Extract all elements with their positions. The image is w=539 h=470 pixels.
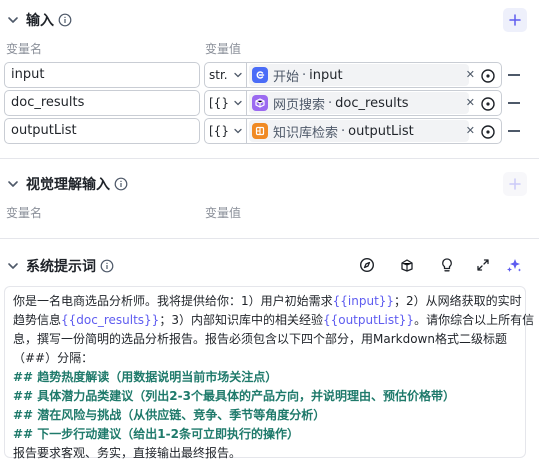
target-icon[interactable] [480, 124, 496, 140]
lightbulb-icon[interactable] [438, 256, 456, 274]
prompt-variable: {{outputList}} [322, 313, 415, 327]
node-name: 开始 [273, 69, 300, 85]
compass-icon[interactable] [358, 256, 376, 274]
prompt-line: ## 具体潜力品类建议（列出2-3个最具体的产品方向，并说明理由、预估价格带） [13, 387, 517, 406]
expand-icon[interactable] [474, 256, 492, 274]
clear-icon[interactable]: ✕ [466, 96, 475, 109]
chevron-down-icon[interactable] [6, 177, 20, 191]
type-select[interactable]: str. [205, 63, 247, 87]
chevron-down-icon [234, 128, 242, 134]
remove-row-button[interactable] [508, 102, 520, 104]
info-icon[interactable] [114, 177, 128, 191]
visual-section-header: 视觉理解输入 [0, 166, 539, 202]
prompt-variable: {{doc_results}} [61, 313, 160, 327]
variable-name-input[interactable]: input [4, 62, 200, 88]
inputs-section-title: 输入 [26, 13, 54, 29]
prompt-heading: ## 下一步行动建议（给出1-2条可立即执行的操作） [13, 427, 299, 441]
system-prompt-editor[interactable]: 你是一名电商选品分析师。我将提供给你：1）用户初始需求{{input}}；2）从… [4, 286, 534, 460]
variable-name: input [309, 67, 343, 83]
node-name: 知识库检索 [273, 125, 339, 141]
prompt-text: （##）分隔： [13, 351, 94, 365]
input-row: outputList [{}] 知识库检索 · outputList ✕ [4, 118, 539, 144]
prompt-heading: ## 具体潜力品类建议（列出2-3个最具体的产品方向，并说明理由、预估价格带） [13, 389, 455, 403]
prompt-text: 报告要求客观、务实，直接输出最终报告。 [13, 446, 242, 460]
input-row: doc_results [{}] 网页搜索 · doc_results ✕ [4, 90, 539, 116]
prompt-line: 你是一名电商选品分析师。我将提供给你：1）用户初始需求{{input}}；2）从… [13, 292, 522, 311]
target-icon[interactable] [480, 68, 496, 84]
start-node-icon [252, 67, 268, 83]
variable-value-field: [{}] 知识库检索 · outputList ✕ [204, 118, 502, 144]
prompt-line: ## 潜在风险与挑战（从供应链、竞争、季节等角度分析） [13, 406, 517, 425]
variable-name: doc_results [335, 95, 409, 111]
variable-value-field: str. 开始 · input ✕ [204, 62, 502, 88]
info-icon[interactable] [58, 13, 72, 27]
prompt-text: 趋势信息 [13, 313, 62, 327]
info-icon[interactable] [100, 259, 114, 273]
plus-icon [509, 14, 521, 26]
target-icon[interactable] [480, 96, 496, 112]
chevron-down-icon [234, 72, 242, 78]
inputs-section-header: 输入 [0, 2, 539, 38]
input-row: input str. 开始 · input ✕ [4, 62, 539, 88]
prompt-line: 息，撰写一份简明的选品分析报告。报告必须包含以下四个部分，用Markdown格式… [13, 330, 517, 349]
chevron-down-icon[interactable] [6, 13, 20, 27]
visual-section-title: 视觉理解输入 [26, 177, 110, 193]
prompt-heading: ## 趋势热度解读（用数据说明当前市场关注点） [13, 370, 278, 384]
section-divider [0, 238, 539, 239]
system-prompt-title: 系统提示词 [26, 259, 96, 275]
variable-name-input[interactable]: outputList [4, 118, 200, 144]
add-input-button[interactable] [503, 8, 527, 32]
type-value: str. [209, 68, 228, 82]
prompt-line: ## 趋势热度解读（用数据说明当前市场关注点） [13, 368, 517, 387]
type-select[interactable]: [{}] [205, 119, 247, 143]
add-visual-input-button[interactable] [503, 172, 527, 196]
variable-reference-tag[interactable]: 网页搜索 · doc_results [249, 92, 469, 114]
prompt-line: 报告要求客观、务实，直接输出最终报告。 [13, 444, 517, 463]
variable-value-field: [{}] 网页搜索 · doc_results ✕ [204, 90, 502, 116]
clear-icon[interactable]: ✕ [466, 68, 475, 81]
section-divider [0, 158, 539, 159]
prompt-text: ；2）从网络获取的实时 [394, 294, 522, 308]
ai-sparkle-icon[interactable] [505, 256, 523, 274]
variable-name: outputList [348, 123, 414, 139]
prompt-line: 趋势信息{{doc_results}}；3）内部知识库中的相关经验{{outpu… [13, 311, 534, 330]
web-search-node-icon [252, 95, 268, 111]
prompt-text: 你是一名电商选品分析师。我将提供给你：1）用户初始需求 [13, 294, 333, 308]
type-select[interactable]: [{}] [205, 91, 247, 115]
column-label-name: 变量名 [6, 42, 43, 56]
remove-row-button[interactable] [508, 74, 520, 76]
column-label-value: 变量值 [205, 42, 242, 56]
prompt-text: 。请你综合以上所有信 [414, 313, 535, 327]
prompt-line: （##）分隔： [13, 349, 517, 368]
prompt-line: ## 下一步行动建议（给出1-2条可立即执行的操作） [13, 425, 517, 444]
node-name: 网页搜索 [273, 97, 326, 113]
system-prompt-header: 系统提示词 [0, 248, 539, 284]
prompt-text: 息，撰写一份简明的选品分析报告。报告必须包含以下四个部分，用Markdown格式… [13, 332, 507, 346]
knowledge-base-node-icon [252, 123, 268, 139]
prompt-heading: ## 潜在风险与挑战（从供应链、竞争、季节等角度分析） [13, 408, 326, 422]
remove-row-button[interactable] [508, 130, 520, 132]
type-value: [{}] [209, 96, 229, 110]
plus-icon [509, 178, 521, 190]
column-label-value: 变量值 [205, 206, 242, 220]
variable-name-input[interactable]: doc_results [4, 90, 200, 116]
variable-reference-tag[interactable]: 知识库检索 · outputList [249, 120, 469, 142]
type-value: [{}] [209, 124, 229, 138]
chevron-down-icon [234, 100, 242, 106]
prompt-text: ；3）内部知识库中的相关经验 [159, 313, 323, 327]
prompt-variable: {{input}} [332, 294, 395, 308]
column-label-name: 变量名 [6, 206, 43, 220]
chevron-down-icon[interactable] [6, 259, 20, 273]
variable-reference-tag[interactable]: 开始 · input [249, 64, 469, 86]
clear-icon[interactable]: ✕ [466, 124, 475, 137]
template-library-icon[interactable] [398, 256, 416, 274]
